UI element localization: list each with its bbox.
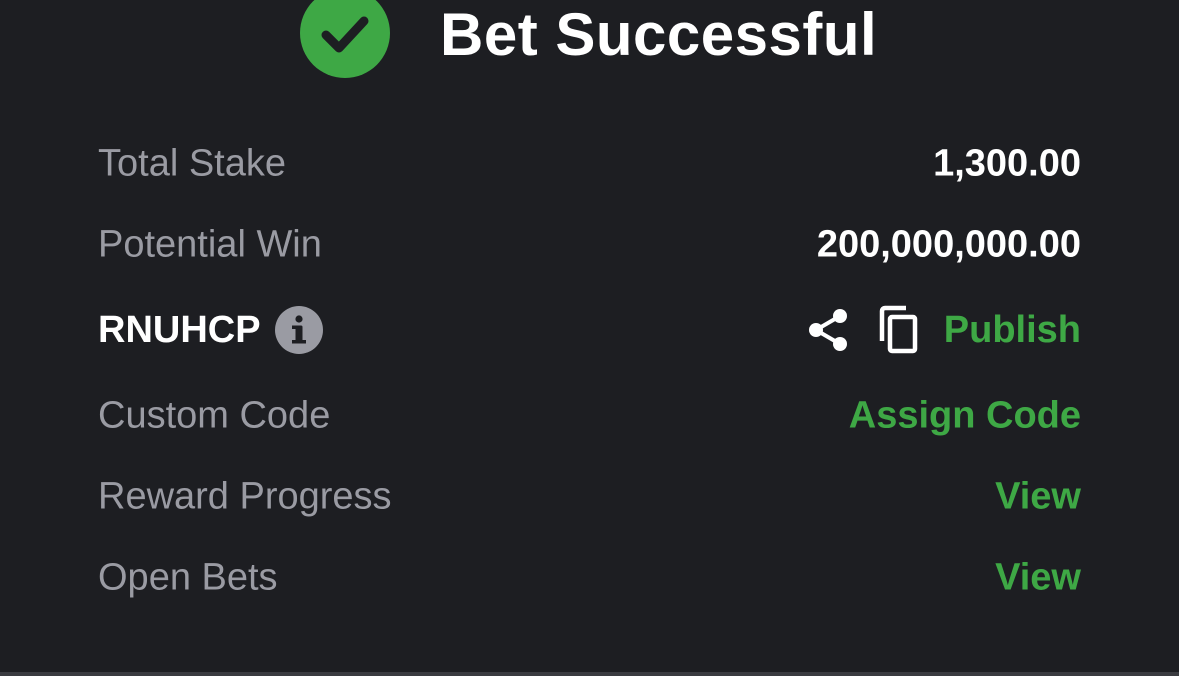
booking-actions: Publish	[806, 305, 1081, 355]
potential-win-value: 200,000,000.00	[816, 223, 1081, 266]
booking-code-row: RNUHCP Publish	[98, 300, 1081, 360]
reward-progress-label: Reward Progress	[98, 475, 392, 518]
open-bets-label: Open Bets	[98, 556, 278, 599]
header: Bet Successful	[0, 0, 1179, 80]
share-icon[interactable]	[806, 306, 852, 354]
potential-win-row: Potential Win 200,000,000.00	[98, 215, 1081, 275]
total-stake-row: Total Stake 1,300.00	[98, 134, 1081, 194]
custom-code-label: Custom Code	[98, 394, 331, 437]
booking-code: RNUHCP	[98, 306, 323, 354]
page-title: Bet Successful	[440, 1, 878, 68]
bottom-divider	[0, 672, 1179, 676]
reward-progress-view-link[interactable]: View	[995, 476, 1081, 519]
open-bets-row: Open Bets View	[98, 548, 1081, 608]
assign-code-link[interactable]: Assign Code	[849, 395, 1081, 438]
bet-success-panel: Bet Successful Total Stake 1,300.00 Pote…	[0, 0, 1179, 676]
publish-button[interactable]: Publish	[944, 309, 1081, 352]
info-icon[interactable]	[274, 306, 323, 354]
total-stake-value: 1,300.00	[933, 142, 1081, 185]
check-circle-icon	[300, 0, 390, 78]
reward-progress-row: Reward Progress View	[98, 467, 1081, 527]
custom-code-row: Custom Code Assign Code	[98, 386, 1081, 446]
potential-win-label: Potential Win	[98, 223, 322, 266]
booking-code-text: RNUHCP	[98, 308, 261, 351]
total-stake-label: Total Stake	[98, 142, 286, 185]
open-bets-view-link[interactable]: View	[995, 557, 1081, 600]
copy-icon[interactable]	[876, 305, 920, 355]
